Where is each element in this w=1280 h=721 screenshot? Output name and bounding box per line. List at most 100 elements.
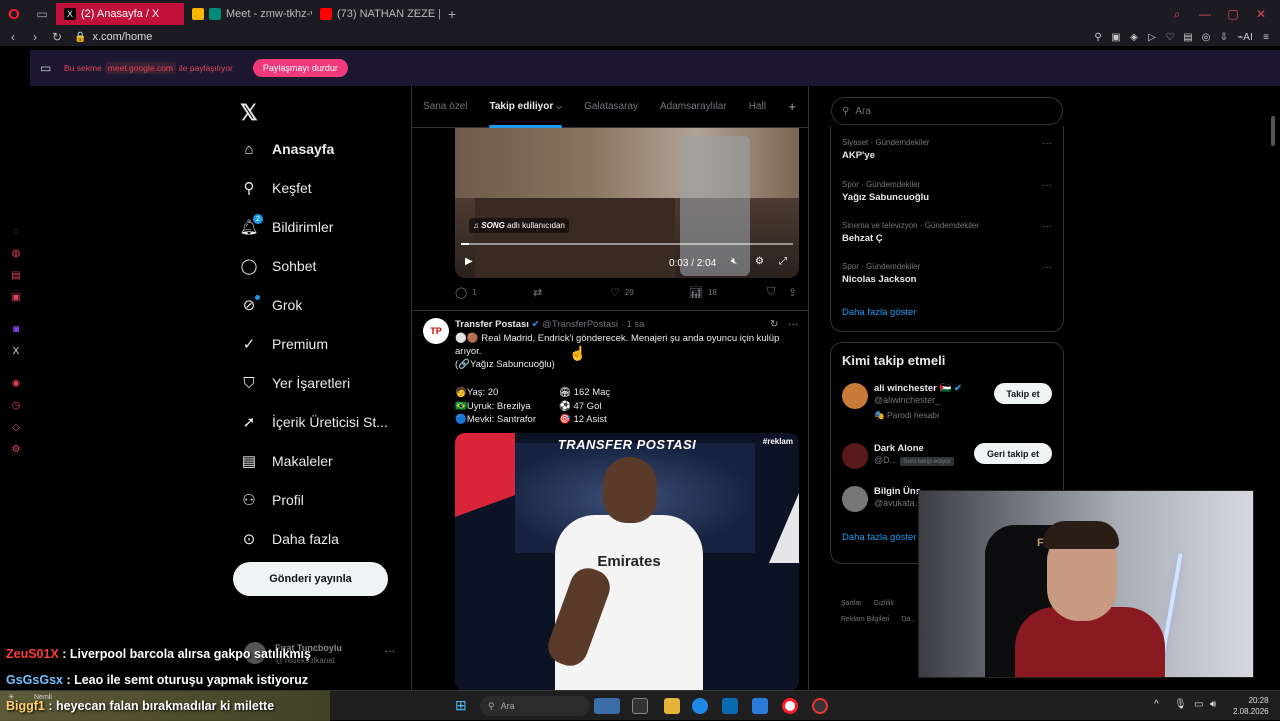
more-dots-icon[interactable]: ··· <box>1042 138 1052 149</box>
nav-articles[interactable]: ▤ Makaleler <box>240 452 333 470</box>
bookmark-button[interactable]: ⛉ <box>767 286 775 299</box>
tweet-handle[interactable]: @TransferPostasi <box>542 319 618 330</box>
search-tabs-icon[interactable]: ⌕ <box>1166 7 1188 22</box>
follow-back-button[interactable]: Geri takip et <box>974 443 1052 464</box>
shield-icon[interactable]: ◈ <box>1128 32 1140 43</box>
follow-button[interactable]: Takip et <box>994 383 1052 404</box>
tab-adamsaraylilar[interactable]: Adamsaraylılar <box>649 86 738 128</box>
more-dots-icon[interactable]: ··· <box>1042 180 1052 191</box>
nav-grok[interactable]: ⊘ Grok <box>240 295 302 314</box>
snapshot-icon[interactable]: ▣ <box>1110 32 1122 43</box>
profile-icon[interactable]: ◎ <box>1200 32 1212 43</box>
scrollbar[interactable] <box>1268 86 1280 690</box>
volume-icon[interactable]: 🔊︎ <box>1210 699 1216 710</box>
tab-for-you[interactable]: Sana özel <box>412 86 478 128</box>
nav-notifications[interactable]: 🔔︎ 2 Bildirimler <box>239 214 333 236</box>
fullscreen-icon[interactable]: ⤢ <box>779 256 787 267</box>
obs-icon[interactable] <box>812 698 828 714</box>
tab-youtube[interactable]: (73) NATHAN ZEZE | GOLO <box>312 3 440 25</box>
minimize-icon[interactable]: — <box>1194 7 1216 21</box>
settings-icon[interactable]: ⚙ <box>10 444 22 456</box>
new-tab-icon[interactable]: + <box>444 6 460 22</box>
post-button[interactable]: Gönderi yayınla <box>233 562 388 596</box>
nav-profile[interactable]: ⚇ Profil <box>240 491 304 509</box>
trend-item[interactable]: Sinema ve televizyon · Gündemdekiler Behz… <box>842 221 1052 244</box>
x-logo-icon[interactable]: 𝕏 <box>240 100 258 126</box>
task-view-icon[interactable] <box>632 698 648 714</box>
share-button[interactable]: ⇪ <box>788 286 797 299</box>
add-tab-icon[interactable]: + <box>788 99 796 114</box>
tray-chevron-icon[interactable]: ^ <box>1154 699 1159 710</box>
grok-explain-icon[interactable]: ↻ <box>770 319 778 330</box>
settings-icon[interactable]: ⚙ <box>755 256 764 267</box>
maximize-icon[interactable]: ▢ <box>1222 7 1244 21</box>
video-icon[interactable]: ▣ <box>10 292 22 304</box>
search-input[interactable]: ⚲ Ara <box>831 97 1063 125</box>
file-explorer-icon[interactable] <box>664 698 680 714</box>
forward-icon[interactable]: › <box>26 30 44 44</box>
mic-icon[interactable]: 🎙︎ <box>1174 699 1187 710</box>
tab-meet[interactable]: Meet - zmw-tkhz-vkk <box>184 3 312 25</box>
show-more-link[interactable]: Daha fazla göster <box>842 307 916 318</box>
video-progress-bar[interactable] <box>461 243 793 245</box>
opera-gx-icon[interactable] <box>782 698 798 714</box>
url-field[interactable]: 🔒 x.com/home <box>74 31 152 43</box>
nav-more[interactable]: ⊙ Daha fazla <box>240 530 339 548</box>
widgets-icon[interactable] <box>594 698 620 714</box>
nav-explore[interactable]: ⚲ Keşfet <box>240 179 312 197</box>
footer-privacy[interactable]: Gizlilik <box>874 600 894 607</box>
footer-more[interactable]: Da... <box>901 616 916 623</box>
reload-icon[interactable]: ↻ <box>48 30 66 44</box>
close-icon[interactable]: ✕ <box>1250 7 1272 21</box>
video-player[interactable]: ♫ SONG adlı kullanıcıdan ▶ 0:03 / 2:04 🔇… <box>455 128 799 278</box>
like-button[interactable]: ♡ 29 <box>610 286 634 299</box>
clock[interactable]: 20:28 2.08.2026 <box>1233 695 1269 717</box>
heart-icon[interactable]: ♡ <box>1164 32 1176 43</box>
pin-icon[interactable]: ⚲ <box>1092 32 1104 43</box>
play-icon[interactable]: ▶ <box>465 256 473 267</box>
back-icon[interactable]: ‹ <box>4 30 22 44</box>
wallet-icon[interactable]: ▤ <box>1182 32 1194 43</box>
tab-hall[interactable]: Hall <box>738 86 777 128</box>
song-attribution[interactable]: ♫ SONG adlı kullanıcıdan <box>469 218 569 233</box>
menu-icon[interactable]: ≡ <box>1260 32 1272 43</box>
outlook-icon[interactable] <box>722 698 738 714</box>
show-more-link[interactable]: Daha fazla göster <box>842 532 916 543</box>
nav-chat[interactable]: ◯ Sohbet <box>240 257 317 275</box>
extensions-icon[interactable]: ◇ <box>10 422 22 434</box>
more-dots-icon[interactable]: ··· <box>788 319 798 330</box>
footer-terms[interactable]: Şartlar <box>841 600 862 607</box>
tab-x-home[interactable]: X (2) Anasayfa / X <box>56 3 184 25</box>
crypto-icon[interactable]: ◍ <box>10 248 22 260</box>
trend-item[interactable]: Spor · Gündemdekiler Yağız Sabuncuoğlu ··… <box>842 180 1052 203</box>
trend-item[interactable]: Siyaset · Gündemdekiler AKP'ye ··· <box>842 138 1052 161</box>
reply-button[interactable]: ◯ 1 <box>455 286 477 299</box>
tweet-time[interactable]: · 1 sa <box>621 319 645 330</box>
retweet-button[interactable]: ⇄ <box>533 286 542 299</box>
download-icon[interactable]: ⇩ <box>1218 32 1230 43</box>
mute-icon[interactable]: 🔇︎ <box>731 256 737 267</box>
trend-item[interactable]: Spor · Gündemdekiler Nicolas Jackson ··· <box>842 262 1052 285</box>
views-button[interactable]: 📊︎ 18 <box>689 286 717 299</box>
ai-icon[interactable]: ⌁AI <box>1236 32 1254 43</box>
store-icon[interactable] <box>752 698 768 714</box>
history-icon[interactable]: ◷ <box>10 400 22 412</box>
player-icon[interactable]: ▷ <box>1146 32 1158 43</box>
avatar[interactable]: TP <box>423 318 449 344</box>
tab-galatasaray[interactable]: Galatasaray <box>573 86 649 128</box>
x-sidebar-icon[interactable]: X <box>10 346 22 358</box>
aria-icon[interactable]: ◌ <box>10 226 22 238</box>
more-dots-icon[interactable]: ··· <box>1042 262 1052 273</box>
twitch-icon[interactable]: ◙ <box>10 324 22 336</box>
messenger-icon[interactable]: ▤ <box>10 270 22 282</box>
edge-icon[interactable] <box>692 698 708 714</box>
tab-following[interactable]: Takip ediliyor ⌵ <box>478 86 573 128</box>
nav-creator-studio[interactable]: ➚ İçerik Üreticisi St... <box>240 413 388 431</box>
player-sidebar-icon[interactable]: ◉ <box>10 378 22 390</box>
tab-menu-icon[interactable]: ▭ <box>28 0 56 28</box>
opera-logo-icon[interactable]: O <box>0 0 28 28</box>
stop-sharing-button[interactable]: Paylaşmayı durdur <box>252 59 348 77</box>
tweet-author[interactable]: Transfer Postası <box>455 319 529 330</box>
more-dots-icon[interactable]: ··· <box>1042 221 1052 232</box>
footer-ads-info[interactable]: Reklam Bilgileri <box>841 616 889 623</box>
